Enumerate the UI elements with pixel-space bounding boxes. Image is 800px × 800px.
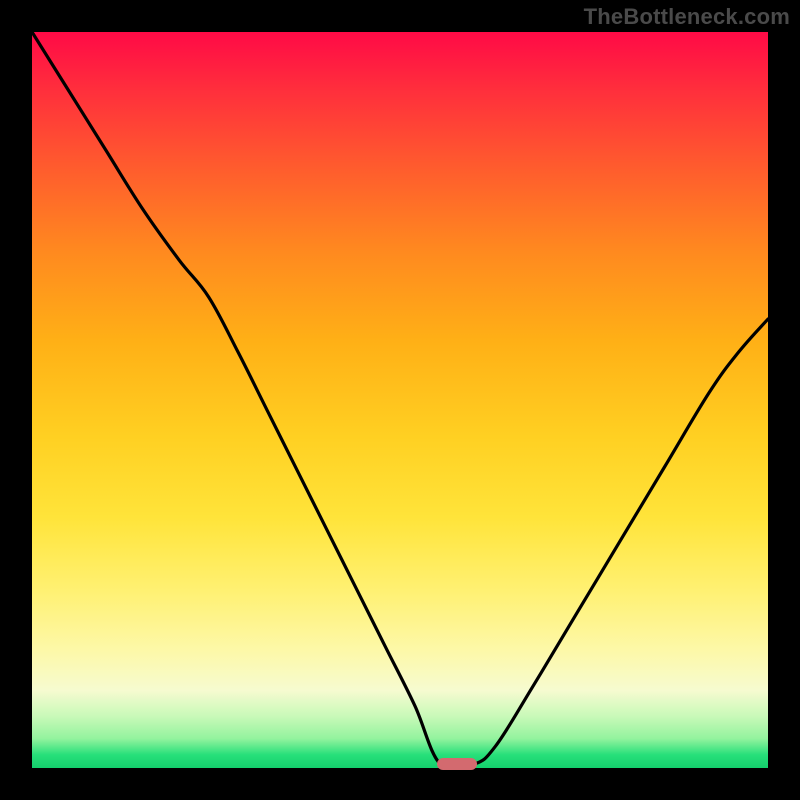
bottleneck-curve (32, 32, 768, 768)
bottleneck-chart (32, 32, 768, 768)
chart-frame: TheBottleneck.com (0, 0, 800, 800)
minimum-marker (437, 758, 477, 770)
watermark-text: TheBottleneck.com (584, 4, 790, 30)
